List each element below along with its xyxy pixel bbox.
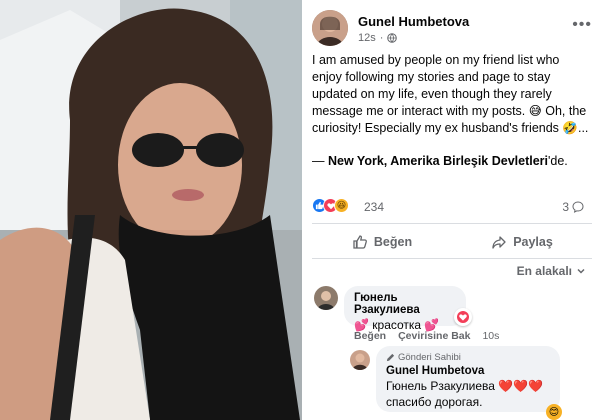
author-avatar[interactable] — [312, 10, 348, 46]
post-panel: Gunel Humbetova 12s · ••• I am amused by… — [302, 0, 600, 420]
post-photo[interactable] — [0, 0, 302, 420]
haha-icon: 😆 — [334, 198, 349, 213]
smile-reaction-badge[interactable]: 😊 — [546, 404, 562, 420]
sort-label: En alakalı — [516, 264, 572, 278]
mention-link[interactable]: Гюнель Рзакулиева — [386, 379, 495, 393]
author-name[interactable]: Gunel Humbetova — [358, 14, 469, 29]
pencil-icon — [386, 353, 395, 362]
thumbs-up-icon — [353, 235, 367, 249]
comment-actions: Beğen Çevirisine Bak 10s — [354, 330, 499, 342]
reaction-count[interactable]: 234 — [364, 200, 384, 214]
like-label: Beğen — [373, 235, 413, 249]
divider — [312, 223, 592, 224]
hearts-emoji: ❤️❤️❤️ — [498, 379, 544, 393]
divider — [312, 258, 592, 259]
post-header: Gunel Humbetova 12s · ••• — [312, 8, 592, 48]
post-actions: Beğen Paylaş — [312, 228, 592, 256]
heart-icon — [457, 311, 469, 323]
smile-icon: 😊 — [548, 406, 560, 418]
selfie-image — [0, 0, 302, 420]
comment-like-button[interactable]: Beğen — [354, 330, 386, 342]
post-meta: 12s · — [358, 32, 398, 44]
reply-text: спасибо дорогая. — [386, 395, 483, 409]
commenter-avatar[interactable] — [314, 286, 338, 310]
location-link[interactable]: New York, Amerika Birleşik Devletleri — [328, 154, 548, 168]
comment-sort-dropdown[interactable]: En alakalı — [517, 264, 586, 278]
post-text: I am amused by people on my friend list … — [312, 53, 589, 135]
comment-time: 10s — [482, 330, 500, 342]
comment-bubble-icon — [572, 201, 584, 213]
reply-author-name[interactable]: Gunel Humbetova — [386, 365, 550, 377]
see-translation-button[interactable]: Çevirisine Bak — [398, 330, 470, 342]
commenter-name[interactable]: Гюнель Рзакулиева — [354, 292, 456, 316]
post-time[interactable]: 12s — [358, 32, 376, 44]
post-location: — New York, Amerika Birleşik Devletleri'… — [312, 154, 568, 168]
share-label: Paylaş — [513, 235, 553, 249]
reaction-icons: 😆 — [312, 198, 349, 213]
share-icon — [492, 236, 506, 249]
reply-text-mention: Гюнель Рзакулиева ❤️❤️❤️ — [386, 379, 550, 393]
heart-reaction-badge[interactable] — [454, 308, 472, 326]
share-button[interactable]: Paylaş — [452, 228, 592, 256]
reply-author-avatar[interactable] — [350, 350, 370, 370]
comment-bubble: Гюнель Рзакулиева 💕 красотка 💕 — [344, 286, 466, 332]
reactions-summary[interactable]: 😆 234 3 — [312, 196, 592, 216]
like-button[interactable]: Beğen — [312, 228, 452, 256]
author-tag: Gönderi Sahibi — [386, 352, 550, 363]
globe-icon — [387, 33, 398, 43]
comment-count[interactable]: 3 — [562, 200, 584, 214]
reply-bubble: Gönderi Sahibi Gunel Humbetova Гюнель Рз… — [376, 346, 560, 412]
more-options-icon[interactable]: ••• — [572, 16, 592, 34]
chevron-down-icon — [577, 268, 585, 274]
